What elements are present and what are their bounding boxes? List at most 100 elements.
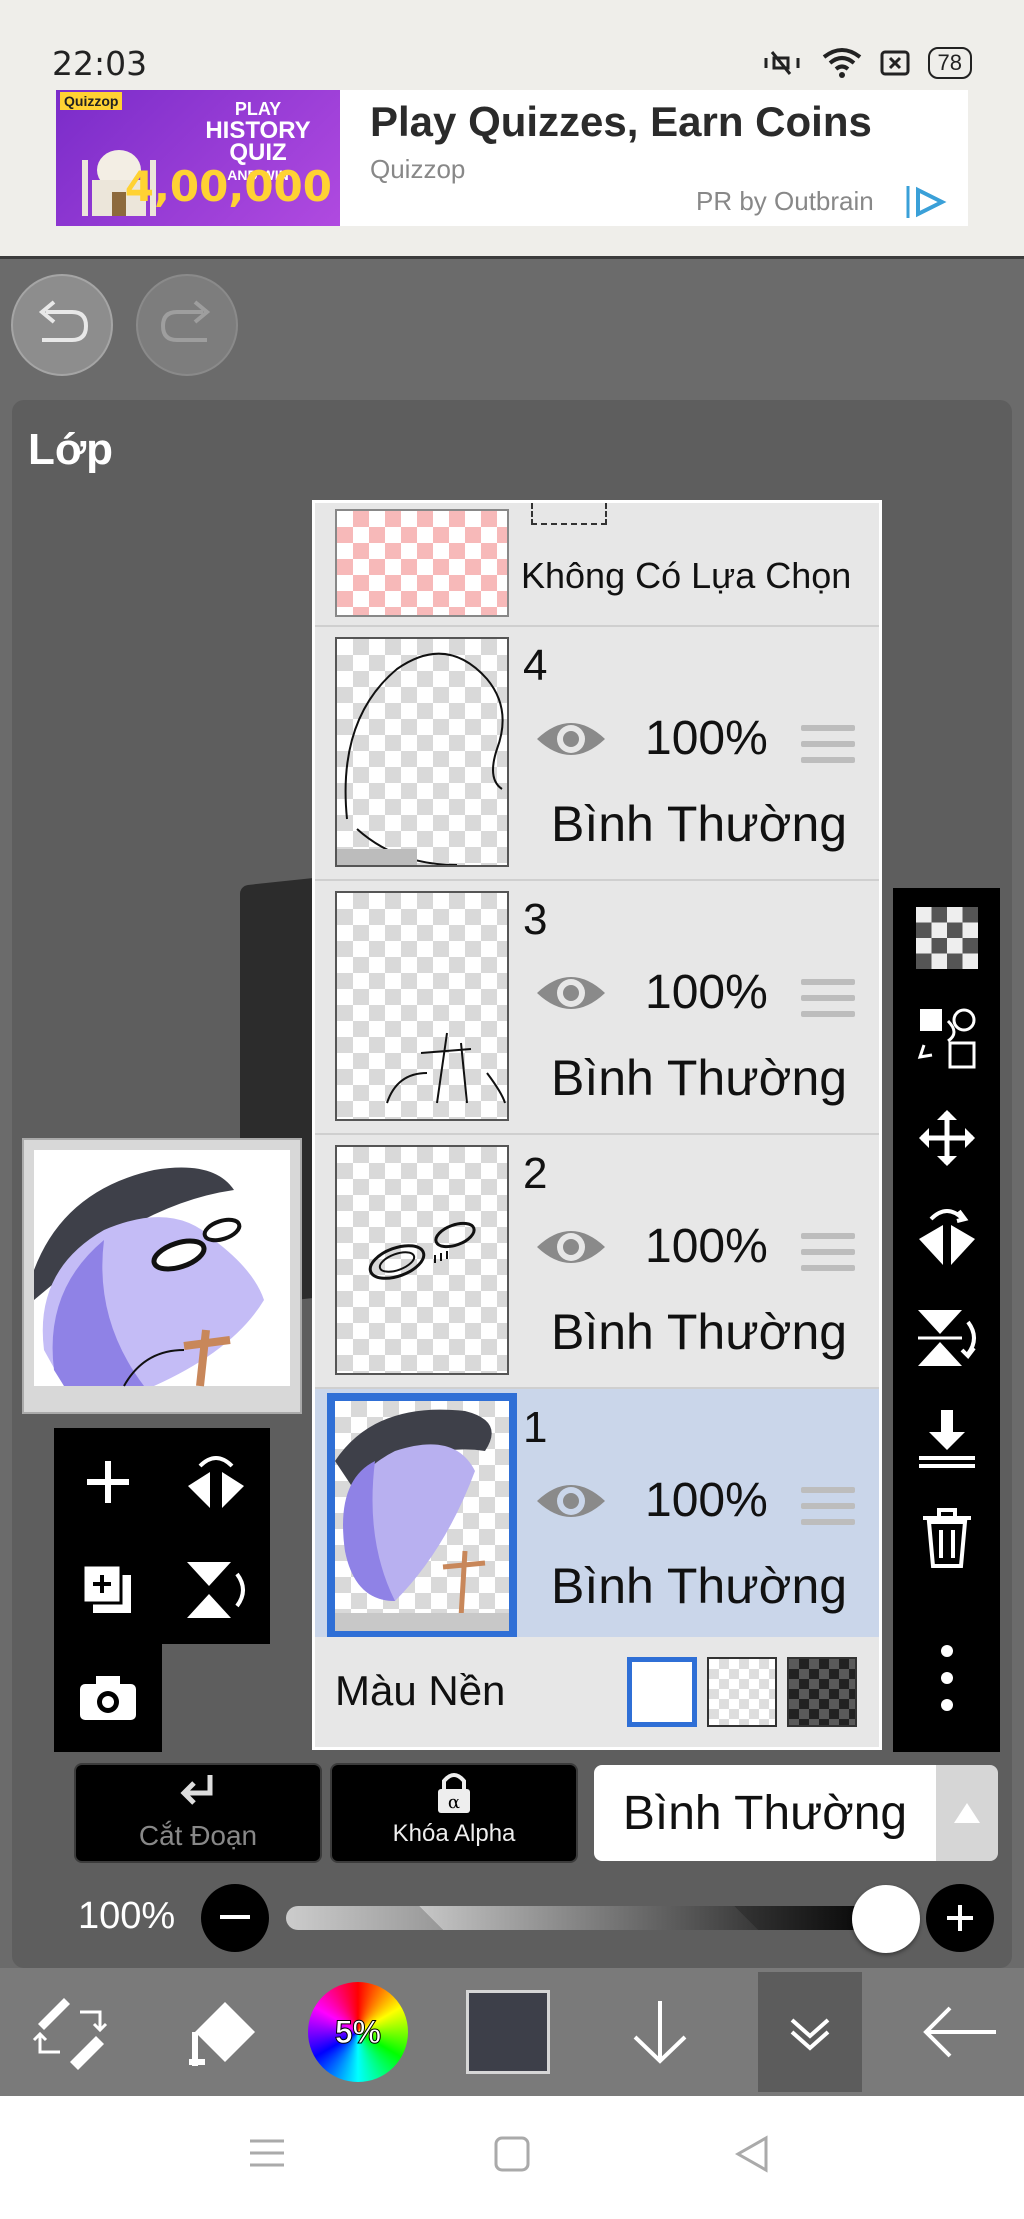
flip-layer-button[interactable] [162,1428,270,1536]
flip-horizontal-button[interactable] [893,1188,1000,1288]
battery-indicator: 78 [927,47,972,79]
current-color-swatch [466,1990,550,2074]
alpha-lock-button[interactable]: α Khóa Alpha [330,1763,578,1863]
move-button[interactable] [893,1088,1000,1188]
layer-opacity: 100% [645,712,768,765]
layer-number: 4 [523,641,548,690]
minus-icon [220,1915,250,1919]
clipping-arrow-icon [180,1775,213,1805]
ad-image-amount: 4,00,000 [124,162,332,211]
layer-tools-strip [893,888,1000,1752]
layer-thumbnail [327,1393,517,1639]
canvas-preview[interactable] [22,1138,302,1414]
layer-row-4[interactable]: 4 100% Bình Thường [315,627,879,881]
home-icon[interactable] [494,2136,530,2172]
triangle-up-icon [954,1803,980,1823]
more-options-button[interactable] [893,1608,1000,1748]
opacity-slider-knob[interactable] [852,1885,920,1953]
undo-button[interactable] [11,274,113,376]
plus-icon [947,1905,973,1931]
back-nav-icon[interactable] [734,2134,770,2174]
delete-layer-button[interactable] [893,1488,1000,1588]
eye-icon[interactable] [535,967,607,1019]
mute-vibrate-icon [764,51,800,75]
clipping-button[interactable]: Cắt Đoạn [74,1763,322,1863]
background-transparent-swatch[interactable] [707,1657,777,1727]
layer-opacity: 100% [645,1474,768,1527]
layer-3-sketch [386,1032,506,1104]
drag-handle-icon[interactable] [801,1233,855,1281]
back-button[interactable] [890,1968,1024,2096]
selection-layer-row[interactable]: Không Có Lựa Chọn [315,503,879,627]
merge-down-button[interactable] [893,1388,1000,1488]
flip-vertical-icon [917,1310,976,1366]
duplicate-icon [81,1563,131,1613]
flip-vertical-icon [187,1562,245,1618]
menu-icon[interactable] [248,2138,286,2168]
drag-handle-icon[interactable] [801,1487,855,1535]
color-wheel-icon: 5% [308,1982,408,2082]
fill-shape-tool-button[interactable] [140,1968,280,2096]
color-wheel-button[interactable]: 5% [288,1968,428,2096]
current-color-button[interactable] [438,1968,578,2096]
eye-icon[interactable] [535,1475,607,1527]
layer-row-3[interactable]: 3 100% Bình Thường [315,881,879,1135]
left-tool-grid [54,1428,270,1752]
checkerboard-icon [915,907,978,969]
layer-opacity: 100% [645,966,768,1019]
flip-vertical-layer-button[interactable] [162,1536,270,1644]
wifi-icon [822,48,861,78]
opacity-value: 100% [78,1895,176,1937]
layer-blend-mode: Bình Thường [551,796,848,852]
ad-image-mid: HISTORY QUIZ [205,117,311,166]
drag-handle-icon[interactable] [801,979,855,1027]
opacity-decrease-button[interactable] [201,1884,269,1952]
blend-mode-select[interactable]: Bình Thường [594,1765,936,1861]
layer-row-1[interactable]: 1 100% Bình Thường [315,1389,879,1643]
undo-icon [38,300,89,342]
preview-artwork [34,1150,290,1387]
layer-4-sketch [337,652,504,865]
ad-image-brand: Quizzop [60,92,123,110]
layer-list[interactable]: Không Có Lựa Chọn 4 100% Bình Thường 3 1… [312,500,882,1750]
layer-blend-mode: Bình Thường [551,1050,848,1106]
redo-button[interactable] [136,274,238,376]
more-vertical-icon [940,1645,953,1711]
flip-horizontal-icon [918,1209,975,1265]
layer-thumbnail [335,637,509,867]
layers-panel-button[interactable] [758,1972,862,2092]
layer-thumbnail [335,891,509,1121]
brush-eraser-toggle-button[interactable] [0,1968,140,2096]
selection-marquee-icon [531,503,607,525]
blend-mode-dropdown-button[interactable] [936,1765,998,1861]
clipping-label: Cắt Đoạn [138,1820,258,1851]
outbrain-logo-icon[interactable] [904,184,948,220]
opacity-slider[interactable] [286,1906,892,1930]
camera-button[interactable] [54,1644,162,1752]
status-icons: 78 [762,46,972,80]
ad-image[interactable]: Quizzop PLAY HISTORY QUIZ AND WIN 4,00,0… [56,90,340,226]
move-down-button[interactable] [590,1968,730,2096]
sim-card-icon [880,50,910,76]
eye-icon[interactable] [535,713,607,765]
flip-vertical-button[interactable] [893,1288,1000,1388]
arrow-down-icon [633,2001,687,2064]
transparency-button[interactable] [893,888,1000,988]
background-dark-checker-swatch[interactable] [787,1657,857,1727]
shape-swap-button[interactable] [893,988,1000,1088]
drag-handle-icon[interactable] [801,725,855,773]
layer-row-2[interactable]: 2 100% Bình Thường [315,1135,879,1389]
background-label: Màu Nền [335,1667,506,1714]
add-layer-button[interactable] [54,1428,162,1536]
flip-horizontal-icon [188,1456,244,1508]
duplicate-layer-button[interactable] [54,1536,162,1644]
trash-icon [922,1508,971,1568]
opacity-increase-button[interactable] [926,1884,994,1952]
diamond-tool-icon [189,2002,255,2066]
background-white-swatch[interactable] [627,1657,697,1727]
double-chevron-down-icon [790,2018,830,2051]
eye-icon[interactable] [535,1221,607,1273]
ad-attribution[interactable]: PR by Outbrain [696,186,874,217]
ad-title[interactable]: Play Quizzes, Earn Coins [370,98,872,146]
layer-thumbnail [335,1145,509,1375]
